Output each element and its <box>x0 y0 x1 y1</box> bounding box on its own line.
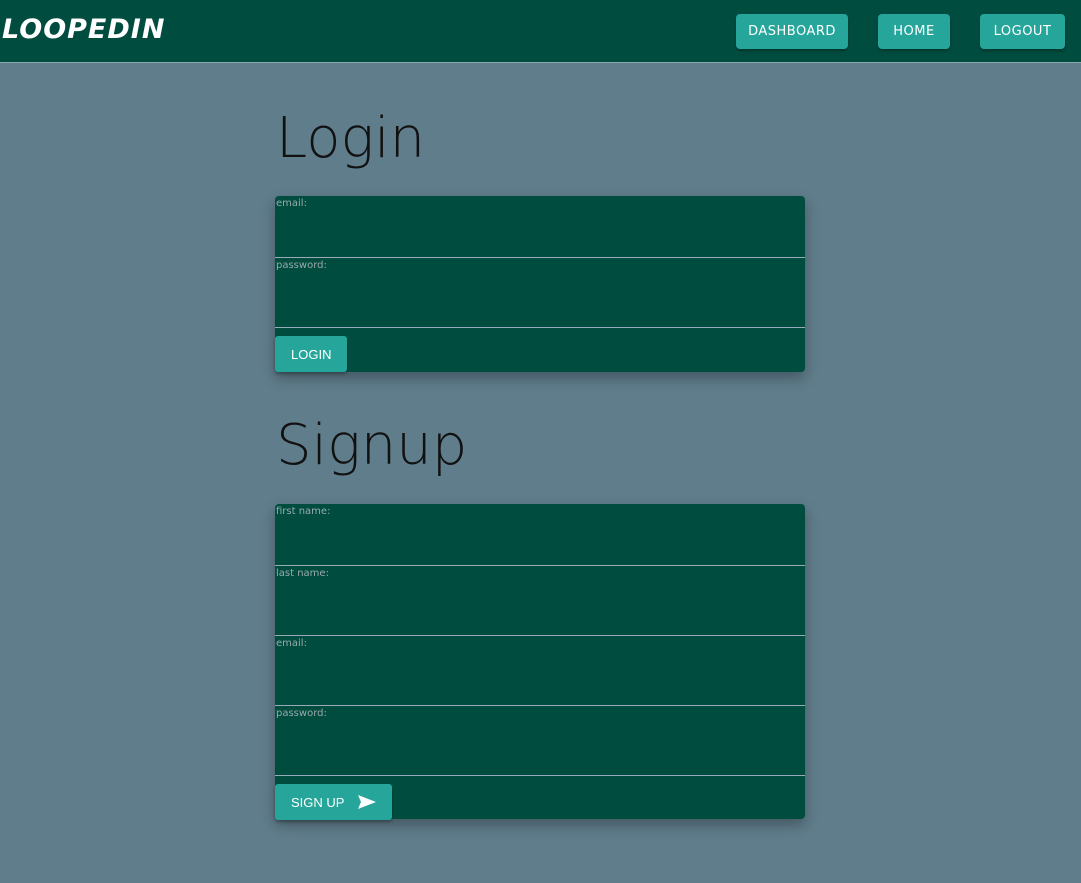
signup-password-field: password: <box>275 706 805 776</box>
signup-email-field: email: <box>275 636 805 706</box>
home-button[interactable]: HOME <box>878 14 950 49</box>
signup-password-input[interactable] <box>275 722 805 772</box>
signup-email-input[interactable] <box>275 652 805 702</box>
signup-form: first name: last name: email: password: … <box>275 504 805 820</box>
send-icon <box>358 795 377 809</box>
login-form: email: password: LOGIN <box>275 196 805 372</box>
login-button[interactable]: LOGIN <box>275 336 348 372</box>
login-button-label: LOGIN <box>291 346 332 362</box>
login-password-input[interactable] <box>275 274 805 324</box>
signup-button-label: SIGN UP <box>291 794 345 810</box>
last-name-field: last name: <box>275 566 805 636</box>
login-password-field: password: <box>275 258 805 328</box>
last-name-label: last name: <box>276 568 329 579</box>
login-email-field: email: <box>275 196 805 262</box>
last-name-input[interactable] <box>275 582 805 632</box>
top-navbar: LOOPEDIN DASHBOARD HOME LOGOUT <box>0 0 1081 63</box>
first-name-input[interactable] <box>275 520 805 570</box>
signup-button[interactable]: SIGN UP <box>275 784 393 820</box>
email-label: email: <box>276 198 307 209</box>
login-email-input[interactable] <box>275 212 805 262</box>
email-label: email: <box>276 638 307 649</box>
first-name-label: first name: <box>276 506 331 517</box>
login-heading: Login <box>276 106 426 171</box>
logout-button[interactable]: LOGOUT <box>980 14 1065 49</box>
first-name-field: first name: <box>275 504 805 570</box>
signup-heading: Signup <box>276 413 468 478</box>
password-label: password: <box>276 260 327 271</box>
brand-logo[interactable]: LOOPEDIN <box>2 14 165 45</box>
dashboard-button[interactable]: DASHBOARD <box>736 14 848 49</box>
password-label: password: <box>276 708 327 719</box>
